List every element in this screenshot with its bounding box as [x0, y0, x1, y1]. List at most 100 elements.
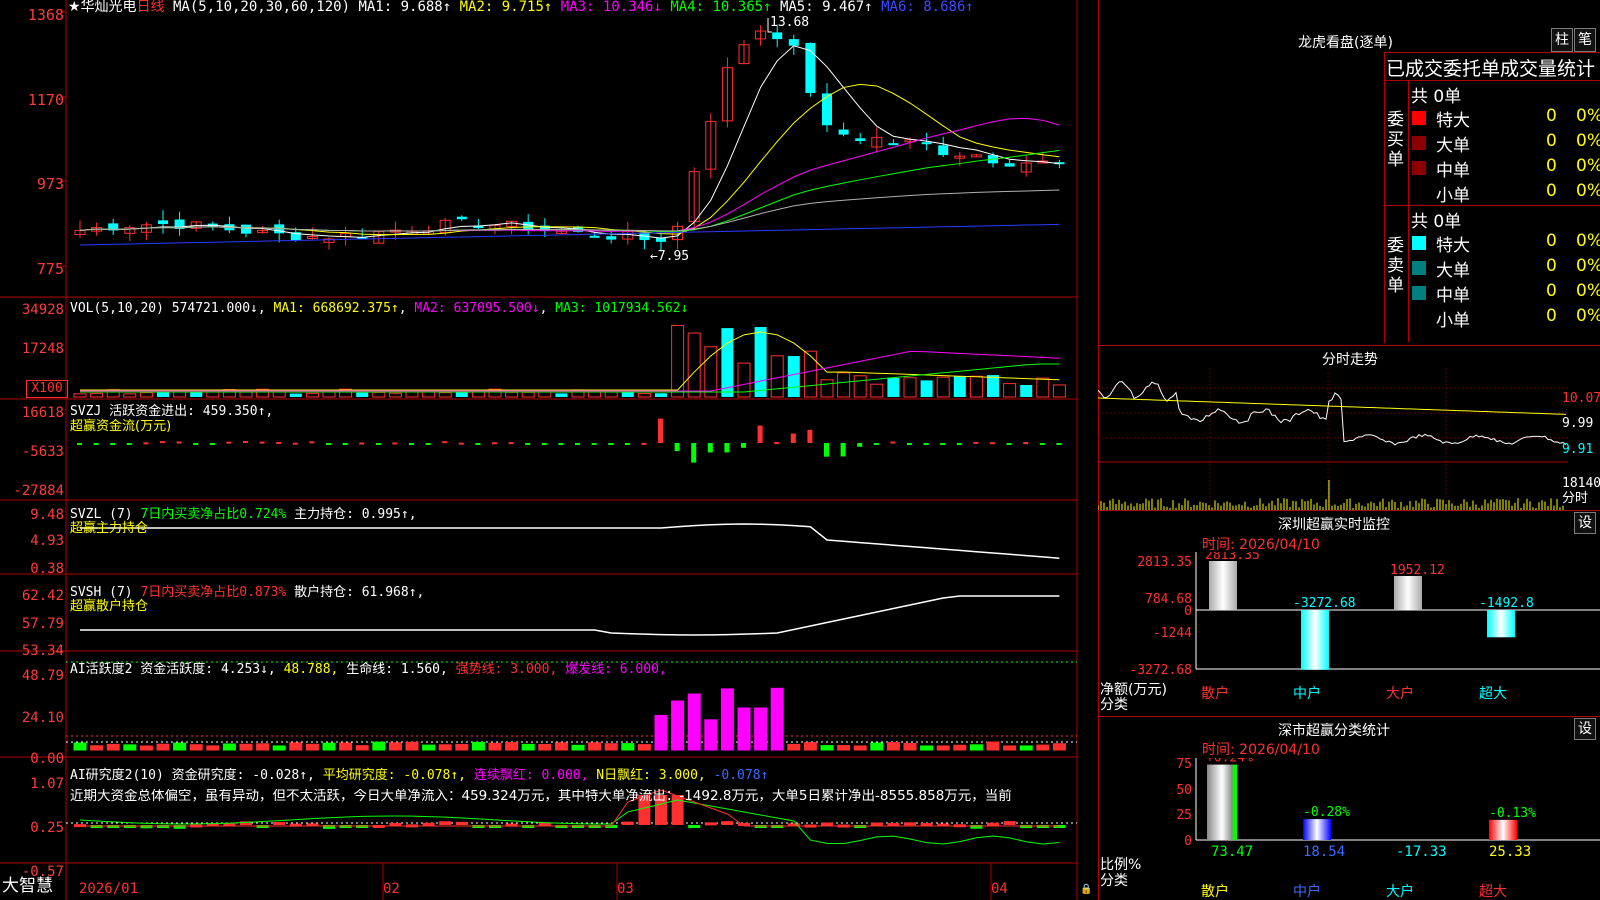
- ai-active-bar: [173, 742, 187, 751]
- longhu-sell-name: 大单: [1436, 261, 1470, 281]
- main-chart-canvas[interactable]: [0, 0, 1078, 900]
- volume-bar-up: [123, 393, 137, 398]
- ai-active-bar: [554, 742, 568, 751]
- classify-settings-button[interactable]: 设: [1574, 718, 1596, 740]
- volume-bar-down: [157, 392, 169, 397]
- svzj-bar: [342, 443, 348, 445]
- ai-active-tick: 48.79: [21, 668, 64, 684]
- period-label[interactable]: 日线: [137, 0, 165, 15]
- ai-active-bar: [870, 742, 884, 751]
- lock-icon[interactable]: 🔒: [1080, 882, 1092, 897]
- vol-ma-line: [80, 350, 1060, 392]
- candle-body-down: [788, 39, 799, 46]
- ai-active-bar: [770, 687, 784, 751]
- ai-research-bar: [821, 822, 833, 826]
- divider: [1384, 205, 1600, 206]
- svsh-hold: 散户持仓: 61.968↑,: [294, 585, 425, 600]
- longhu-sell-p: 0%: [1576, 281, 1600, 301]
- svzj-bar: [1056, 443, 1062, 445]
- ai-active-bar: [305, 743, 319, 751]
- svsh-sub: 超赢散户持仓: [70, 599, 149, 614]
- volume-bar-up: [239, 391, 253, 398]
- candle-body-down: [656, 238, 666, 242]
- candle-body-down: [938, 145, 949, 156]
- classify-category: 超大: [1479, 884, 1507, 900]
- svzj-tick: -27884: [13, 483, 64, 499]
- ai-active-bar: [986, 741, 1000, 751]
- ma2-value: MA2: 9.715↑: [459, 0, 553, 15]
- classify-chart[interactable]: 75 50 25 0 +0.24% 73.47 散户 -0.28% 18.54 中户 -17.33 大…: [1098, 758, 1600, 900]
- bar-mode-button[interactable]: 柱: [1551, 28, 1573, 52]
- ai-research-bar: [90, 825, 103, 829]
- svzj-bar: [558, 443, 564, 445]
- ai-active-bar: [820, 745, 834, 751]
- ai-research-bar: [621, 821, 634, 825]
- volume-bar-up: [372, 391, 386, 398]
- vol-unit-badge[interactable]: X100: [26, 380, 68, 398]
- tick-mode-button[interactable]: 笔: [1574, 28, 1596, 52]
- monitor-settings-button[interactable]: 设: [1574, 512, 1596, 534]
- monitor-tick: 2813.35: [1137, 555, 1192, 570]
- vol-value: 574721.000↓: [171, 301, 258, 316]
- longhu-sell-name: 小单: [1436, 311, 1470, 331]
- intraday-title: 分时走势: [1322, 352, 1378, 368]
- ai-active-bar: [372, 741, 386, 751]
- ai-active-bar: [1019, 745, 1033, 751]
- stock-name[interactable]: ★华灿光电: [68, 0, 137, 15]
- svzj-bar: [940, 443, 946, 445]
- ai-active-bar: [189, 744, 203, 751]
- ai-active-bar: [787, 743, 801, 751]
- candle-body-down: [888, 143, 899, 146]
- longhu-sell-p: 0%: [1576, 231, 1600, 251]
- ai-research-bar: [1003, 821, 1016, 825]
- svzj-bar: [392, 442, 398, 445]
- xaxis-label: 2026/01: [79, 881, 139, 897]
- brand-logo[interactable]: 大智慧: [2, 878, 53, 895]
- volume-bar-up: [1036, 377, 1050, 398]
- classify-value: 73.47: [1211, 844, 1253, 860]
- candle-body-down: [241, 224, 251, 234]
- volume-bar-down: [289, 393, 302, 397]
- classify-tick: 75: [1176, 758, 1192, 772]
- ai-active-bar: [754, 707, 768, 751]
- xaxis-label: 04: [991, 881, 1008, 897]
- ai-active-bar: [538, 743, 552, 751]
- volume-bar-up: [73, 393, 87, 398]
- ma5-value: MA5: 9.467↑: [779, 0, 873, 15]
- monitor-chart[interactable]: 2813.35784.680-1244-3272.682813.35散户-327…: [1098, 552, 1600, 720]
- monitor-bar-label: 1952.12: [1390, 563, 1445, 578]
- svzl-tick: 0.38: [30, 561, 64, 577]
- ai-active-bar: [438, 744, 452, 751]
- longhu-sell-p: 0%: [1576, 306, 1600, 326]
- low-marker: ←7.95: [650, 249, 690, 264]
- ai-research-bar: [140, 825, 153, 829]
- volume-bar-up: [837, 372, 851, 398]
- legend-swatch: [1412, 261, 1426, 275]
- ai-active-bar: [571, 744, 585, 751]
- longhu-buy-v: 0: [1546, 106, 1557, 126]
- volume-bar-up: [853, 375, 867, 398]
- volume-bar-up: [870, 383, 884, 398]
- sell-total: 共 0单: [1411, 212, 1462, 232]
- ai-active-label: AI活跃度2 资金活跃度: 4.253↓,: [70, 662, 276, 677]
- ai-active-bar: [455, 743, 469, 751]
- classify-value: -17.33: [1396, 844, 1447, 860]
- volume-bar-up: [90, 392, 104, 398]
- classify-bar: [1207, 764, 1237, 840]
- ai-research-tick: 0.25: [30, 820, 64, 836]
- svzj-bar: [93, 443, 99, 445]
- classify-xlabel: 分类: [1100, 873, 1128, 889]
- svzj-bar: [425, 443, 431, 445]
- volume-bar-up: [903, 377, 917, 398]
- classify-title: 深市超赢分类统计: [1278, 723, 1390, 739]
- ai-active-life: 生命线: 1.560,: [346, 662, 448, 677]
- k-tick: 775: [36, 260, 64, 278]
- ai-active-bar: [405, 741, 419, 751]
- svzj-bar: [409, 443, 414, 445]
- intraday-chart[interactable]: [1098, 368, 1600, 510]
- longhu-title: 龙虎看盘(逐单): [1298, 35, 1393, 51]
- svzj-bar: [824, 443, 829, 457]
- svzj-bar: [143, 442, 149, 445]
- svzj-bar: [757, 425, 763, 443]
- longhu-header: 已成交委托单成交量统计: [1386, 58, 1596, 80]
